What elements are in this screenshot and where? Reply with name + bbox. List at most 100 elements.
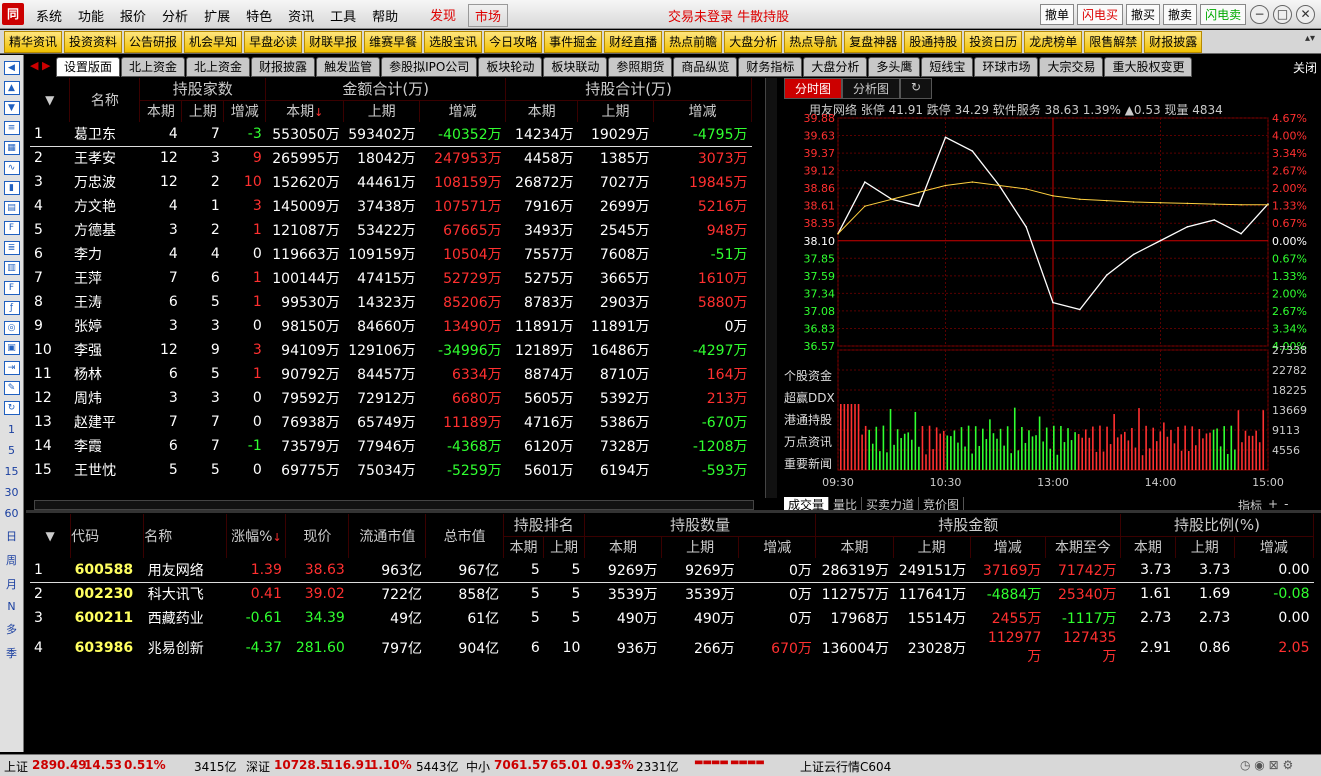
intraday-chart[interactable]: 39.88 4.67% 39.63 4.00% 39.37 3.34% 39.12 2.67%… (783, 112, 1320, 492)
col-sub-header[interactable]: 增减 (1234, 536, 1315, 558)
tab-item[interactable]: 短线宝 (921, 57, 974, 77)
menu-special[interactable]: 特色 (238, 6, 280, 25)
row-menu-icon[interactable]: ▼ (30, 78, 71, 122)
minimize-icon[interactable]: − (1250, 5, 1269, 24)
period-label[interactable]: N (0, 600, 23, 613)
stocks-row-menu-icon[interactable]: ▼ (30, 514, 72, 558)
col-count-cur[interactable]: 本期 (139, 100, 183, 122)
menu-discover[interactable]: 发现 (424, 4, 462, 25)
period-label[interactable]: 60 (0, 507, 23, 520)
table-row[interactable]: 3 600211 西藏药业 -0.61 34.39 49亿 61亿 5 5 490万 490万 0万 1… (30, 606, 1314, 630)
toolbar-button[interactable]: 财联早报 (304, 31, 363, 53)
f12-icon[interactable]: F (3, 281, 20, 295)
table-row[interactable]: 2 002230 科大讯飞 0.41 39.02 722亿 858亿 5 5 3539万 3539万… (30, 582, 1314, 606)
tab-item[interactable]: 触发监管 (316, 57, 381, 77)
period-label[interactable]: 多 (0, 621, 23, 637)
col-total-cap[interactable]: 总市值 (425, 514, 504, 558)
toolbar-button[interactable]: 热点导航 (784, 31, 843, 53)
toolbar-button[interactable]: 热点前瞻 (664, 31, 723, 53)
sz-label[interactable]: 深证 (246, 758, 270, 775)
tab-close-button[interactable]: 关闭 (1293, 59, 1317, 76)
toolbar-button[interactable]: 投资日历 (964, 31, 1023, 53)
flash-buy-button[interactable]: 闪电买 (1077, 4, 1124, 25)
table-row[interactable]: 1 葛卫东 4 7 -3 553050万 593402万 -40352万 14234万 19029… (30, 122, 752, 147)
col-sub-header[interactable]: 上期 (661, 536, 740, 558)
chart-side-link[interactable]: 超赢DDX (784, 387, 835, 409)
menu-market[interactable]: 市场 (468, 4, 509, 27)
toolbar-button[interactable]: 公告研报 (124, 31, 183, 53)
tab-item[interactable]: 财务指标 (738, 57, 803, 77)
col-count-prev[interactable]: 上期 (181, 100, 225, 122)
table-row[interactable]: 5 方德基 3 2 1 121087万 53422万 67665万 3493万 2545万 948万 (30, 218, 752, 242)
toolbar-button[interactable]: 股通持股 (904, 31, 963, 53)
tab-analysis[interactable]: 分析图 (842, 78, 901, 99)
tab-item[interactable]: 大盘分析 (803, 57, 868, 77)
menu-news[interactable]: 资讯 (280, 6, 322, 25)
cancel-order-button[interactable]: 撤单 (1040, 4, 1075, 25)
col-change[interactable]: 涨幅%↓ (226, 514, 287, 558)
col-name[interactable]: 名称 (69, 78, 141, 122)
col-sub-header[interactable]: 本期 (815, 536, 894, 558)
formula-icon[interactable]: ƒ (3, 301, 20, 315)
period-label[interactable]: 季 (0, 645, 23, 661)
table-row[interactable]: 9 张婷 3 3 0 98150万 84660万 13490万 11891万 11891万 0万 (30, 314, 752, 338)
tab-item[interactable]: 重大股权变更 (1104, 57, 1193, 77)
toolbar-button[interactable]: 龙虎榜单 (1024, 31, 1083, 53)
table-row[interactable]: 1 600588 用友网络 1.39 38.63 963亿 967亿 5 5 9269万 9269万… (30, 558, 1314, 583)
period-label[interactable]: 月 (0, 576, 23, 592)
toolbar-scroll-icon[interactable]: ▴▾ (1305, 33, 1315, 44)
table-row[interactable]: 13 赵建平 7 7 0 76938万 65749万 11189万 4716万 5386万 -670… (30, 410, 752, 434)
col-count-chg[interactable]: 增减 (223, 100, 267, 122)
restore-icon[interactable]: □ (1273, 5, 1292, 24)
up-icon[interactable]: ▲ (3, 81, 20, 95)
period-label[interactable]: 周 (0, 552, 23, 568)
period-label[interactable]: 15 (0, 465, 23, 478)
toolbar-button[interactable]: 财报披露 (1144, 31, 1203, 53)
grid-icon[interactable]: ▦ (3, 141, 20, 155)
col-amount-cur[interactable]: 本期↓ (265, 100, 345, 122)
menu-help[interactable]: 帮助 (364, 6, 406, 25)
f10-icon[interactable]: F (3, 221, 20, 235)
down-icon[interactable]: ▼ (3, 101, 20, 115)
doc-icon[interactable]: ▥ (3, 261, 20, 275)
chart-side-link[interactable]: 个股资金 (784, 365, 835, 387)
toolbar-button[interactable]: 事件掘金 (544, 31, 603, 53)
tab-item[interactable]: 北上资金 (186, 57, 251, 77)
menu-tools[interactable]: 工具 (322, 6, 364, 25)
col-price[interactable]: 现价 (285, 514, 350, 558)
holders-vscrollbar[interactable] (765, 78, 777, 498)
col-sub-header[interactable]: 上期 (1175, 536, 1235, 558)
pane-splitter[interactable] (26, 510, 1321, 513)
period-label[interactable]: 5 (0, 444, 23, 457)
table-row[interactable]: 2 王孝安 12 3 9 265995万 18042万 247953万 4458万 1385万 30… (30, 146, 752, 170)
chart-side-link[interactable]: 重要新闻 (784, 453, 835, 475)
col-sub-header[interactable]: 上期 (893, 536, 971, 558)
period-label[interactable]: 30 (0, 486, 23, 499)
col-stock-name[interactable]: 名称 (143, 514, 228, 558)
chart-side-link[interactable]: 港通持股 (784, 409, 835, 431)
tab-item[interactable]: 板块联动 (543, 57, 608, 77)
col-code[interactable]: 代码 (70, 514, 145, 558)
back-icon[interactable]: ◀ (3, 61, 20, 75)
col-sub-header[interactable]: 增减 (738, 536, 817, 558)
cancel-sell-button[interactable]: 撤卖 (1163, 4, 1198, 25)
col-sub-header[interactable]: 增减 (970, 536, 1046, 558)
login-status[interactable]: 交易未登录 牛散持股 (668, 6, 789, 25)
col-sub-header[interactable]: 本期 (503, 536, 545, 558)
col-float-cap[interactable]: 流通市值 (348, 514, 427, 558)
col-hold-prev[interactable]: 上期 (577, 100, 655, 122)
table-icon[interactable]: ▤ (3, 201, 20, 215)
col-sub-header[interactable]: 上期 (543, 536, 585, 558)
close-icon[interactable]: ✕ (1296, 5, 1315, 24)
zx-label[interactable]: 中小 (466, 758, 490, 775)
col-sub-header[interactable]: 本期 (584, 536, 663, 558)
tab-item[interactable]: 多头鹰 (868, 57, 921, 77)
table-row[interactable]: 6 李力 4 4 0 119663万 109159万 10504万 7557万 7608万 -51万 (30, 242, 752, 266)
cancel-buy-button[interactable]: 撤买 (1126, 4, 1161, 25)
target-icon[interactable]: ◎ (3, 321, 20, 335)
table-row[interactable]: 3 万忠波 12 2 10 152620万 44461万 108159万 26872万 7027万… (30, 170, 752, 194)
tab-item[interactable]: 北上资金 (121, 57, 186, 77)
col-hold-chg[interactable]: 增减 (653, 100, 752, 122)
table-row[interactable]: 10 李强 12 9 3 94109万 129106万 -34996万 12189万 16486万… (30, 338, 752, 362)
tab-item[interactable]: 板块轮动 (478, 57, 543, 77)
